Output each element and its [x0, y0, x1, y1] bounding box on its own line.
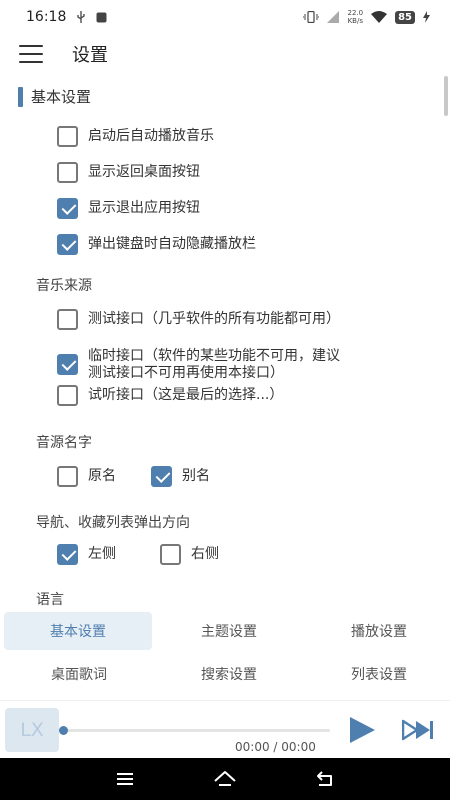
scrollbar[interactable]: [444, 76, 448, 610]
settings-content[interactable]: 基本设置 启动后自动播放音乐 显示返回桌面按钮 显示退出应用按钮 弹出键盘时自动…: [0, 76, 450, 610]
checkbox-label: 测试接口（几乎软件的所有功能都可用）: [88, 311, 340, 327]
app-bar: 设置: [0, 34, 450, 74]
checkbox-right-side[interactable]: 右侧: [160, 544, 219, 565]
checkbox-box-checked[interactable]: [57, 354, 78, 375]
net-speed: 22.0 KB/s: [347, 9, 363, 25]
checkbox-show-home-button[interactable]: 显示返回桌面按钮: [57, 162, 200, 183]
checkbox-label: 别名: [182, 468, 210, 484]
scrollbar-thumb[interactable]: [444, 76, 448, 116]
checkbox-test-api[interactable]: 测试接口（几乎软件的所有功能都可用）: [57, 309, 340, 330]
checkbox-label-line2: 测试接口不可用再使用本接口）: [88, 365, 284, 381]
checkbox-label: 启动后自动播放音乐: [88, 128, 214, 144]
status-bar: 16:18 22.0 KB/s 85: [0, 0, 450, 34]
tab-list-settings[interactable]: 列表设置: [304, 654, 450, 694]
progress-handle[interactable]: [59, 726, 68, 735]
language-title: 语言: [36, 592, 64, 608]
settings-tab-grid: 基本设置 主题设置 播放设置 桌面歌词 搜索设置 列表设置: [0, 612, 450, 696]
tab-desktop-lyrics[interactable]: 桌面歌词: [4, 654, 154, 694]
back-icon[interactable]: [313, 767, 337, 791]
page-title: 设置: [72, 45, 108, 66]
tab-basic-settings[interactable]: 基本设置: [4, 612, 152, 650]
checkbox-box-checked[interactable]: [57, 234, 78, 255]
status-right: 22.0 KB/s 85: [303, 9, 430, 25]
checkbox-box[interactable]: [57, 466, 78, 487]
charging-icon: [423, 11, 430, 23]
checkbox-show-exit-button[interactable]: 显示退出应用按钮: [57, 198, 200, 219]
tab-search-settings[interactable]: 搜索设置: [154, 654, 304, 694]
play-time: 00:00 / 00:00: [235, 740, 316, 754]
checkbox-hide-player-on-keyboard[interactable]: 弹出键盘时自动隐藏播放栏: [57, 234, 256, 255]
checkbox-box-checked[interactable]: [57, 544, 78, 565]
usb-icon: [77, 11, 86, 23]
checkbox-box[interactable]: [57, 162, 78, 183]
system-nav-bar: [0, 758, 450, 800]
section-accent-bar: [18, 86, 23, 107]
notification-icon: [96, 12, 107, 22]
checkbox-box[interactable]: [57, 309, 78, 330]
checkbox-label: 临时接口（软件的某些功能不可用，建议 测试接口不可用再使用本接口）: [88, 346, 340, 382]
progress-bar[interactable]: [59, 726, 330, 735]
checkbox-alias-name[interactable]: 别名: [151, 466, 210, 487]
checkbox-temp-api[interactable]: 临时接口（软件的某些功能不可用，建议 测试接口不可用再使用本接口）: [57, 346, 340, 382]
nav-direction-title: 导航、收藏列表弹出方向: [36, 515, 190, 531]
checkbox-box[interactable]: [57, 126, 78, 147]
checkbox-label: 试听接口（这是最后的选择...）: [88, 387, 284, 403]
net-speed-value: 22.0: [347, 9, 364, 17]
source-name-title: 音源名字: [36, 435, 92, 451]
checkbox-trial-api[interactable]: 试听接口（这是最后的选择...）: [57, 385, 283, 406]
next-track-icon[interactable]: [402, 718, 434, 742]
home-icon[interactable]: [213, 767, 237, 791]
checkbox-label: 左侧: [88, 546, 116, 562]
checkbox-box[interactable]: [57, 385, 78, 406]
checkbox-left-side[interactable]: 左侧: [57, 544, 116, 565]
music-source-title: 音乐来源: [36, 278, 92, 294]
checkbox-label-line1: 临时接口（软件的某些功能不可用，建议: [88, 348, 340, 364]
section-header: 基本设置: [18, 86, 91, 107]
net-speed-unit: KB/s: [347, 17, 363, 25]
battery-badge: 85: [395, 10, 415, 24]
checkbox-auto-play[interactable]: 启动后自动播放音乐: [57, 126, 214, 147]
wifi-icon: [371, 11, 388, 23]
menu-icon[interactable]: [19, 45, 43, 63]
checkbox-label: 原名: [88, 468, 116, 484]
album-cover[interactable]: LX: [5, 708, 59, 752]
recent-apps-icon[interactable]: [113, 767, 137, 791]
checkbox-label: 弹出键盘时自动隐藏播放栏: [88, 236, 256, 252]
signal-icon: [327, 11, 340, 23]
checkbox-box-checked[interactable]: [151, 466, 172, 487]
checkbox-label: 显示返回桌面按钮: [88, 164, 200, 180]
checkbox-box-checked[interactable]: [57, 198, 78, 219]
player-bar: LX 00:00 / 00:00: [0, 700, 450, 758]
checkbox-label: 显示退出应用按钮: [88, 200, 200, 216]
checkbox-label: 右侧: [191, 546, 219, 562]
play-icon[interactable]: [348, 716, 376, 744]
vibrate-icon: [303, 11, 320, 23]
section-title: 基本设置: [31, 88, 92, 106]
checkbox-original-name[interactable]: 原名: [57, 466, 116, 487]
status-left: 16:18: [26, 9, 107, 25]
status-time: 16:18: [26, 9, 67, 25]
tab-theme-settings[interactable]: 主题设置: [154, 612, 304, 650]
tab-play-settings[interactable]: 播放设置: [304, 612, 450, 650]
checkbox-box[interactable]: [160, 544, 181, 565]
